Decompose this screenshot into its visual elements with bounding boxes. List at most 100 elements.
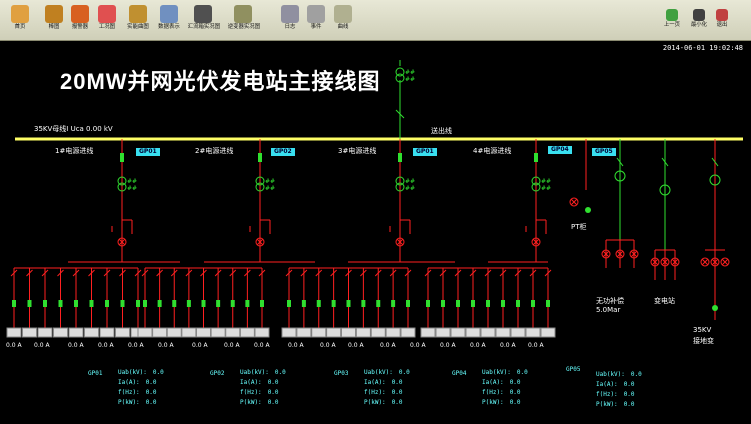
inverter-reading: 0.0 A [380, 342, 396, 349]
inverter-status [260, 300, 264, 307]
inverter-box [495, 327, 511, 338]
inverter-status [89, 300, 94, 307]
transformer-mark: ## [541, 178, 551, 185]
panel-value: 0.0 [391, 399, 403, 406]
inverter-status [426, 300, 430, 307]
inverter-box [115, 327, 130, 338]
panel-value: 0.0 [623, 381, 635, 388]
grounding-symbol [712, 305, 718, 311]
inverter-box [137, 327, 153, 338]
inverter-box [68, 327, 84, 338]
panel-key: Uab(kV): [364, 369, 393, 376]
inverter-status [516, 300, 520, 307]
panel-key: P(kW): [482, 399, 504, 406]
inverter-box [37, 327, 53, 338]
breaker-indicator [398, 153, 402, 162]
inverter-status [546, 300, 550, 307]
inverter-box [510, 327, 526, 338]
inverter-reading: 0.0 A [348, 342, 364, 349]
inverter-status [245, 300, 250, 307]
panel-row: f(Hz): 0.0 [364, 388, 410, 398]
panel-value: 0.0 [267, 379, 279, 386]
inverter-reading: 0.0 A [128, 342, 144, 349]
feeder-3-tag[interactable]: GP01 [413, 148, 437, 156]
panel-key: P(kW): [596, 401, 618, 408]
inverter-status [406, 300, 410, 307]
panel-row: Ia(A): 0.0 [118, 378, 164, 388]
panel-value: 0.0 [509, 379, 521, 386]
feeder-5-tag[interactable]: GP05 [592, 148, 616, 156]
reactive-comp-value: 5.0Mar [596, 306, 621, 314]
panel-value: 0.0 [398, 369, 410, 376]
breaker-indicator [534, 153, 538, 162]
inverter-box [525, 327, 541, 338]
panel-row: P(kW): 0.0 [482, 398, 528, 408]
panel-value: 0.0 [152, 369, 164, 376]
inverter-box [166, 327, 182, 338]
inverter-status [531, 300, 535, 307]
panel-row: Uab(kV): 0.0 [364, 368, 410, 378]
panel-key: Ia(A): [482, 379, 504, 386]
inverter-box [450, 327, 466, 338]
panel-title: GP03 [334, 370, 349, 377]
panel-value: 0.0 [267, 389, 279, 396]
panel-row: Ia(A): 0.0 [482, 378, 528, 388]
panel-row: f(Hz): 0.0 [240, 388, 286, 398]
inverter-box [239, 327, 255, 338]
inverter-status [471, 300, 475, 307]
panel-key: Uab(kV): [596, 371, 625, 378]
inverter-reading: 0.0 A [440, 342, 456, 349]
transformer-mark: ## [265, 178, 275, 185]
feeder-2-tag[interactable]: GP02 [271, 148, 295, 156]
panel-title: GP05 [566, 366, 581, 373]
transformer-mark: ## [405, 178, 415, 185]
inverter-box [99, 327, 115, 338]
feeder-1-tag[interactable]: GP01 [136, 148, 160, 156]
inverter-box [210, 327, 226, 338]
inverter-box [296, 327, 312, 338]
inverter-box [181, 327, 197, 338]
panel-row: P(kW): 0.0 [240, 398, 286, 408]
panel-key: Ia(A): [596, 381, 618, 388]
feeder-3-label: 3#电源进线 [338, 147, 377, 155]
panel-value: 0.0 [145, 379, 157, 386]
panel-row: Ia(A): 0.0 [240, 378, 286, 388]
inverter-status [501, 300, 505, 307]
inverter-reading: 0.0 A [254, 342, 270, 349]
panel-key: f(Hz): [240, 389, 262, 396]
transformer-mark: ## [265, 185, 275, 192]
measurement-panel: Uab(kV): 0.0 Ia(A): 0.0 f(Hz): 0.0 P(kW): 0.0 [240, 368, 286, 408]
inverter-box [225, 327, 241, 338]
inverter-box [465, 327, 481, 338]
panel-value: 0.0 [391, 379, 403, 386]
inverter-status [43, 300, 47, 307]
panel-row: Uab(kV): 0.0 [482, 368, 528, 378]
scada-window: 首页 棒图 报警器 工况图 实能曲图 数据表示 汇流箱实况图 逆变器实况图 日志 事件 曲线 上一页最… [0, 0, 751, 424]
inverter-box [326, 327, 342, 338]
inverter-status [186, 300, 191, 307]
panel-key: P(kW): [118, 399, 140, 406]
panel-key: f(Hz): [482, 389, 504, 396]
inverter-reading: 0.0 A [98, 342, 114, 349]
panel-key: Uab(kV): [118, 369, 147, 376]
panel-row: f(Hz): 0.0 [482, 388, 528, 398]
feeder-4-tag[interactable]: GP04 [548, 146, 572, 154]
inverter-status [74, 300, 78, 307]
measurement-panel: Uab(kV): 0.0 Ia(A): 0.0 f(Hz): 0.0 P(kW): 0.0 [364, 368, 410, 408]
inverter-status [316, 300, 321, 307]
reactive-comp-label: 无功补偿 [596, 297, 624, 305]
inverter-box [6, 327, 22, 338]
inverter-status [157, 300, 162, 307]
panel-row: f(Hz): 0.0 [118, 388, 164, 398]
inverter-box [341, 327, 356, 338]
outgoing-line-label: 送出线 [431, 127, 452, 135]
inverter-box [355, 327, 371, 338]
inverter-reading: 0.0 A [68, 342, 84, 349]
transformer-mark: ## [405, 69, 415, 76]
inverter-status [105, 300, 109, 307]
breaker-indicator [258, 153, 262, 162]
single-line-diagram: ####################0.0 A 0.0 A 0.0 A 0.0 A… [6, 60, 743, 349]
panel-key: Ia(A): [364, 379, 386, 386]
measurement-panel: Uab(kV): 0.0 Ia(A): 0.0 f(Hz): 0.0 P(kW): 0.0 [482, 368, 528, 408]
panel-value: 0.0 [623, 391, 635, 398]
